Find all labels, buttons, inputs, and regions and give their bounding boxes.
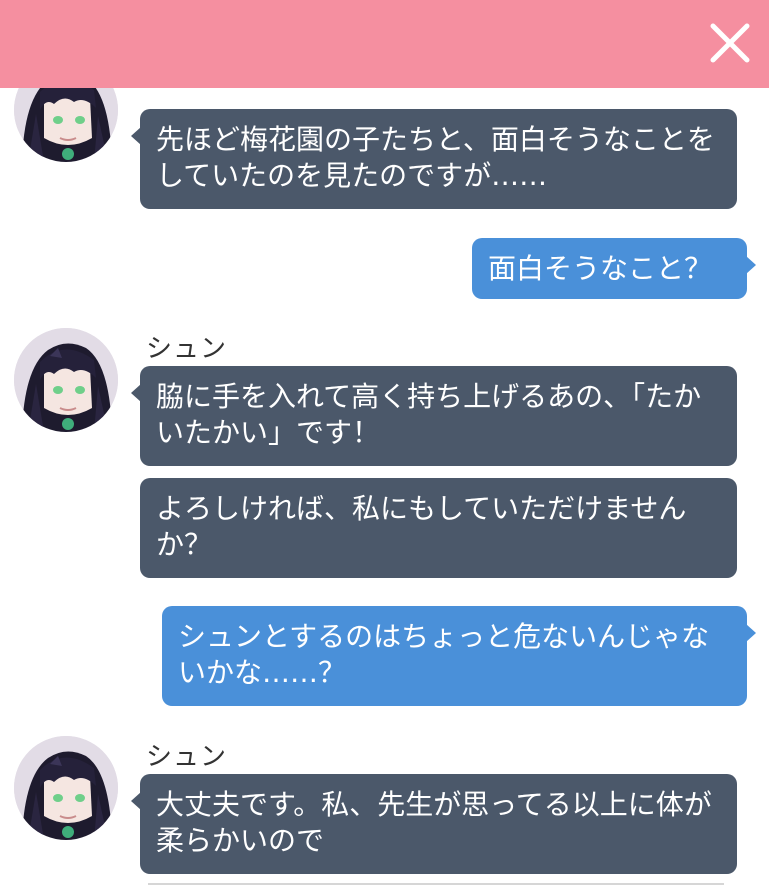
student-portrait-icon: [14, 736, 118, 840]
sender-name: シュン: [146, 742, 228, 772]
chat-message: 大丈夫です。私、先生が思ってる以上に体が柔らかいので: [131, 774, 737, 874]
chat-log[interactable]: 先ほど梅花園の子たちと、面白そうなことをしていたのを見たのですが…… 面白そうな…: [0, 88, 769, 889]
divider: [148, 883, 724, 885]
sender-name: シュン: [146, 334, 228, 364]
student-portrait-icon: [14, 328, 118, 432]
chat-message: よろしければ、私にもしていただけませんか？: [140, 478, 737, 578]
close-icon: [710, 23, 750, 63]
chat-message: 脇に手を入れて高く持ち上げるあの、「たかいたかい」です！: [131, 366, 737, 466]
student-portrait-icon: [14, 88, 118, 162]
avatar[interactable]: [14, 736, 118, 840]
chat-message: 先ほど梅花園の子たちと、面白そうなことをしていたのを見たのですが……: [131, 109, 737, 209]
chat-header: [0, 0, 769, 88]
chat-message: 面白そうなこと？: [472, 238, 756, 299]
chat-message: シュンとするのはちょっと危ないんじゃないかな……？: [162, 606, 756, 706]
avatar[interactable]: [14, 328, 118, 432]
close-button[interactable]: [705, 18, 755, 68]
avatar[interactable]: [14, 88, 118, 162]
